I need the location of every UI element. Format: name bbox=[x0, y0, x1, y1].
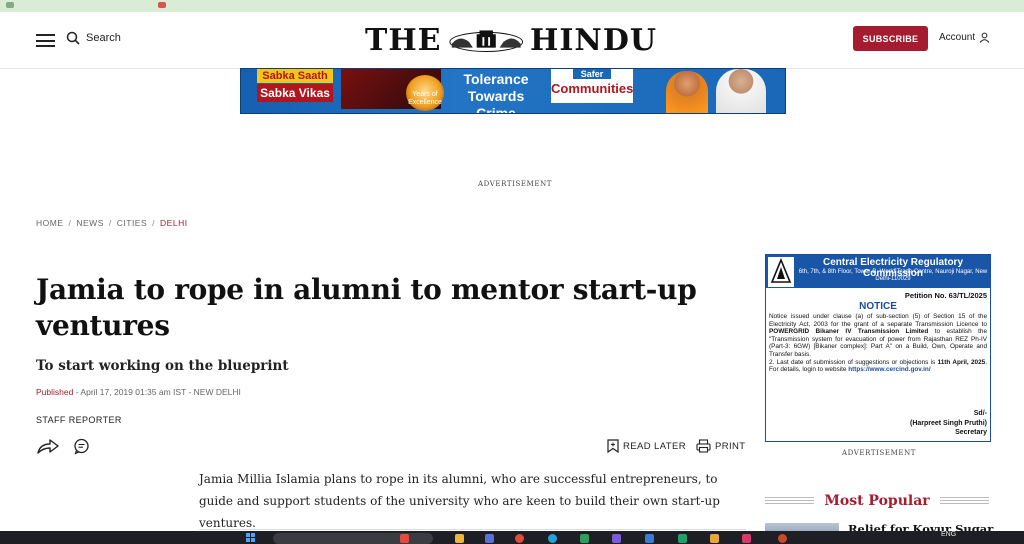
signature-line: Sd/- bbox=[973, 410, 987, 417]
logo-text-left: THE bbox=[365, 22, 442, 58]
notice-deadline: 11th April, 2025 bbox=[937, 358, 986, 366]
site-logo[interactable]: THE HINDU bbox=[365, 20, 657, 60]
ad-org-address: 6th, 7th, & 8th Floor, Tower-B, World Tr… bbox=[798, 269, 988, 282]
share-icon[interactable] bbox=[36, 437, 60, 455]
read-later-label: READ LATER bbox=[623, 440, 686, 452]
breadcrumb-separator: / bbox=[152, 218, 156, 228]
article-dateline: Published - April 17, 2019 01:35 am IST … bbox=[36, 387, 241, 397]
taskbar-app-icon[interactable] bbox=[778, 534, 787, 543]
article-subtitle: To start working on the blueprint bbox=[36, 358, 289, 374]
taskbar-app-icon[interactable] bbox=[515, 534, 524, 543]
ad-slogan-line2: Sabka Vikas bbox=[257, 84, 333, 102]
breadcrumb-separator: / bbox=[108, 218, 112, 228]
taskbar-app-icon[interactable] bbox=[485, 534, 494, 543]
site-header: Search THE HINDU SUBSCRIBE Account bbox=[0, 12, 1024, 69]
notice-licensee: POWERGRID Bikaner IV Transmission Limite… bbox=[769, 328, 929, 336]
breadcrumb-home[interactable]: HOME bbox=[36, 218, 64, 228]
notice-text-part: 2. Last date of submission of suggestion… bbox=[769, 358, 938, 366]
logo-text-right: HINDU bbox=[530, 22, 657, 58]
print-label: PRINT bbox=[715, 440, 746, 452]
ad-slogan: Sabka Saath Sabka Vikas bbox=[257, 69, 333, 103]
ad-years-text: Years of Excellence bbox=[408, 91, 442, 106]
ad-portrait bbox=[716, 69, 766, 113]
subscribe-button[interactable]: SUBSCRIBE bbox=[853, 26, 928, 51]
printer-icon bbox=[696, 439, 711, 453]
article-body: Jamia Millia Islamia plans to rope in it… bbox=[199, 472, 720, 530]
heading-rule bbox=[939, 496, 989, 506]
ad-safer-label: Safer bbox=[573, 69, 611, 79]
notice-text: Notice issued under clause (a) of sub-se… bbox=[769, 313, 987, 374]
comment-icon[interactable] bbox=[73, 438, 90, 455]
os-taskbar: ENG bbox=[0, 531, 1024, 544]
cerc-emblem-icon bbox=[768, 257, 794, 287]
ad-slogan-line1: Sabka Saath bbox=[257, 69, 333, 83]
signatory-name: (Harpreet Singh Pruthi) bbox=[909, 419, 987, 427]
taskbar-language[interactable]: ENG bbox=[941, 531, 956, 538]
read-later-button[interactable]: READ LATER bbox=[607, 439, 686, 453]
taskbar-app-icon[interactable] bbox=[400, 534, 409, 543]
account-button[interactable]: Account bbox=[939, 32, 990, 43]
author-byline[interactable]: STAFF REPORTER bbox=[36, 415, 122, 425]
bookmark-icon bbox=[607, 439, 619, 453]
taskbar-app-icon[interactable] bbox=[742, 534, 751, 543]
search-label: Search bbox=[86, 32, 121, 44]
notice-text-part: Notice issued under clause (a) of sub-se… bbox=[769, 313, 987, 328]
user-icon bbox=[979, 32, 990, 43]
windows-start-icon[interactable] bbox=[246, 533, 255, 542]
taskbar-app-icon[interactable] bbox=[612, 534, 621, 543]
ad-portraits bbox=[656, 69, 782, 113]
advertisement-label: ADVERTISEMENT bbox=[842, 449, 917, 457]
breadcrumb: HOME / NEWS / CITIES / DELHI bbox=[36, 218, 188, 228]
ad-header: Central Electricity Regulatory Commissio… bbox=[766, 255, 990, 288]
menu-icon[interactable] bbox=[36, 34, 55, 47]
breadcrumb-news[interactable]: NEWS bbox=[76, 218, 104, 228]
taskbar-search[interactable] bbox=[273, 533, 433, 544]
article-title: Jamia to rope in alumni to mentor start-… bbox=[36, 273, 697, 342]
taskbar-app-icon[interactable] bbox=[580, 534, 589, 543]
most-popular-title: Most Popular bbox=[824, 493, 930, 509]
heading-rule bbox=[765, 496, 815, 506]
notice-signature: Sd/- (Harpreet Singh Pruthi) Secretary bbox=[910, 409, 987, 438]
taskbar-app-icon[interactable] bbox=[548, 534, 557, 543]
search-button[interactable]: Search bbox=[66, 31, 121, 45]
breadcrumb-separator: / bbox=[68, 218, 72, 228]
logo-emblem-icon bbox=[448, 30, 523, 52]
notice-website-link[interactable]: https://www.cercind.gov.in/ bbox=[848, 366, 930, 373]
side-advertisement[interactable]: Central Electricity Regulatory Commissio… bbox=[765, 254, 991, 442]
tab-icon bbox=[158, 2, 166, 8]
ad-safer-box: Safer Communities bbox=[551, 69, 633, 103]
notice-heading: NOTICE bbox=[859, 301, 897, 312]
taskbar-app-icon[interactable] bbox=[645, 534, 654, 543]
taskbar-app-icon[interactable] bbox=[678, 534, 687, 543]
ad-portrait bbox=[666, 71, 708, 113]
breadcrumb-cities[interactable]: CITIES bbox=[117, 218, 147, 228]
taskbar-app-icon[interactable] bbox=[455, 534, 464, 543]
breadcrumb-delhi[interactable]: DELHI bbox=[160, 218, 188, 228]
search-icon bbox=[66, 31, 80, 45]
published-label: Published bbox=[36, 387, 74, 397]
print-button[interactable]: PRINT bbox=[696, 439, 746, 453]
signatory-title: Secretary bbox=[955, 429, 987, 436]
top-ad-banner[interactable]: Sabka Saath Sabka Vikas Years of Excelle… bbox=[240, 68, 786, 114]
ad-communities-label: Communities bbox=[551, 81, 634, 96]
divider bbox=[199, 529, 746, 530]
petition-number: Petition No. 63/TL/2025 bbox=[904, 291, 987, 300]
publish-date: - April 17, 2019 01:35 am IST - NEW DELH… bbox=[73, 387, 241, 397]
most-popular-heading: Most Popular bbox=[765, 492, 989, 510]
advertisement-label: ADVERTISEMENT bbox=[478, 180, 553, 188]
account-label: Account bbox=[939, 32, 976, 43]
taskbar-app-icon[interactable] bbox=[710, 534, 719, 543]
tab-icon bbox=[6, 2, 14, 8]
ad-tolerance-text: Tolerance Towards Crime bbox=[463, 71, 529, 114]
